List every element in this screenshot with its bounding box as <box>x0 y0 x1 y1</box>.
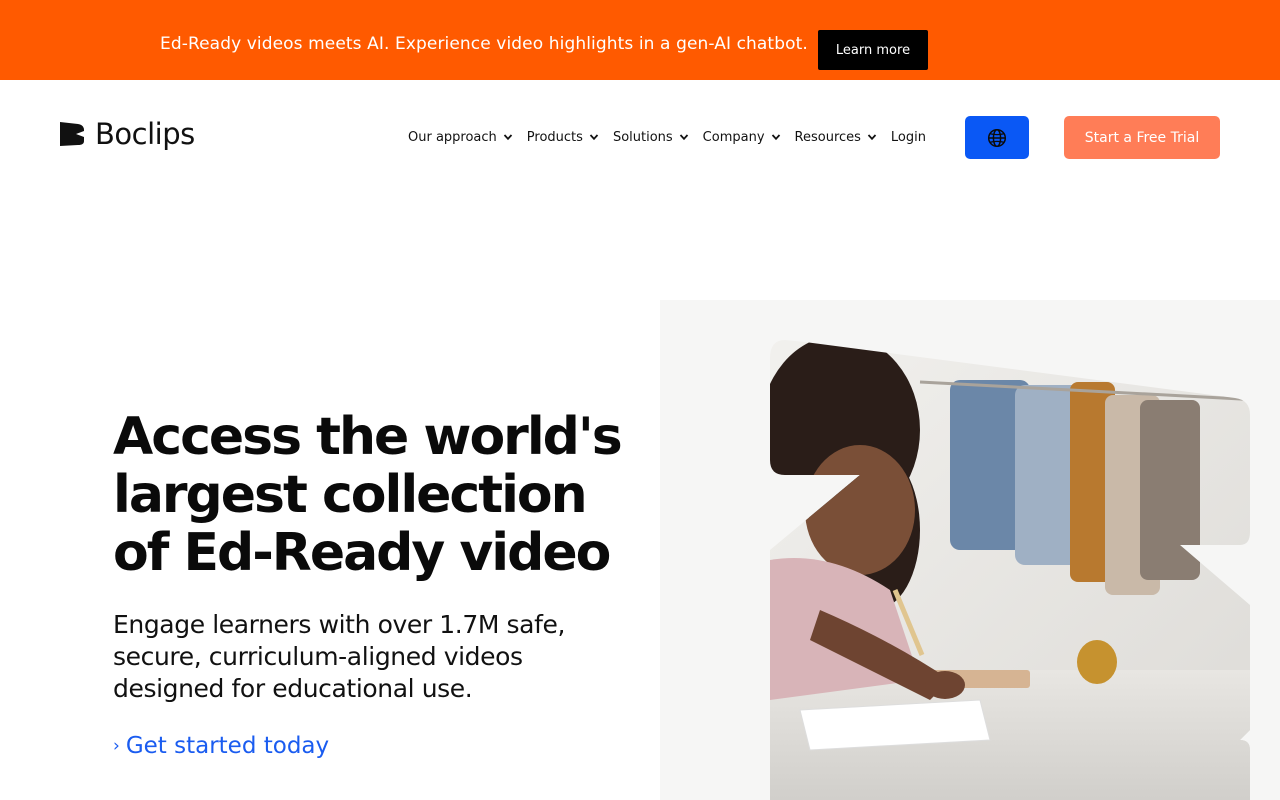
hero-subtitle-line: Engage learners with over 1.7M safe, <box>113 610 566 639</box>
hero-title: Access the world's largest collection of… <box>113 408 633 582</box>
nav-item-label: Solutions <box>612 129 673 145</box>
nav-item-company[interactable]: Company <box>703 130 781 145</box>
nav-item-our-approach[interactable]: Our approach <box>408 130 513 145</box>
chevron-down-icon <box>679 134 688 141</box>
boclips-logo[interactable]: Boclips <box>60 116 195 152</box>
hero-title-line: Access the world's <box>113 407 623 467</box>
language-button[interactable] <box>965 116 1029 159</box>
main-nav: Our approach Products Solutions Company … <box>408 126 926 148</box>
nav-item-solutions[interactable]: Solutions <box>613 130 689 145</box>
chevron-down-icon <box>503 134 512 141</box>
nav-item-label: Products <box>526 129 583 145</box>
start-free-trial-button[interactable]: Start a Free Trial <box>1064 116 1220 159</box>
chevron-right-icon: › <box>113 736 120 756</box>
hero-subtitle: Engage learners with over 1.7M safe, sec… <box>113 609 583 705</box>
globe-icon <box>987 128 1007 147</box>
nav-item-label: Resources <box>794 129 861 145</box>
nav-item-label: Company <box>702 129 765 145</box>
chevron-down-icon <box>589 134 599 141</box>
announcement-bar: Ed-Ready videos meets AI. Experience vid… <box>0 0 1280 80</box>
nav-item-label: Login <box>890 129 926 145</box>
learn-more-button[interactable]: Learn more <box>818 30 928 70</box>
chevron-down-icon <box>867 134 877 141</box>
hero-title-line: of Ed-Ready video <box>113 523 611 583</box>
hero-image <box>660 300 1280 800</box>
hero-subtitle-line: secure, curriculum-aligned videos <box>113 642 523 671</box>
chevron-down-icon <box>771 134 780 141</box>
nav-item-resources[interactable]: Resources <box>795 130 877 145</box>
hero-subtitle-line: designed for educational use. <box>113 674 473 703</box>
nav-item-label: Our approach <box>408 129 497 145</box>
nav-item-products[interactable]: Products <box>527 130 599 145</box>
logo-text: Boclips <box>95 117 195 151</box>
boclips-logo-icon <box>60 122 84 146</box>
get-started-label: Get started today <box>125 733 330 759</box>
get-started-link[interactable]: › Get started today <box>113 733 329 759</box>
hero-title-line: largest collection <box>113 465 588 525</box>
nav-item-login[interactable]: Login <box>891 130 926 145</box>
announcement-text: Ed-Ready videos meets AI. Experience vid… <box>160 34 808 54</box>
